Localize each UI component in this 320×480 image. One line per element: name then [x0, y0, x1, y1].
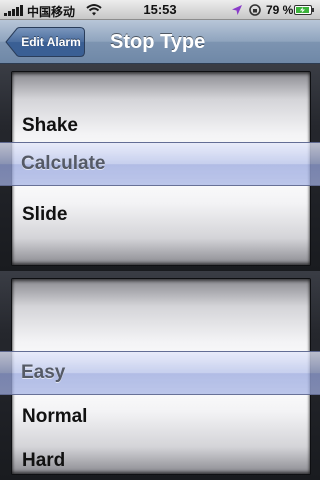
difficulty-picker[interactable]: Normal Hard Easy — [0, 271, 320, 480]
picker-selected-easy[interactable]: Easy — [21, 352, 65, 394]
navigation-bar: Edit Alarm Stop Type — [0, 20, 320, 64]
selection-indicator: Easy — [0, 351, 320, 395]
stop-type-picker[interactable]: Shake Slide Calculate — [0, 64, 320, 271]
battery-percent: 79 % — [266, 3, 294, 17]
location-icon — [232, 5, 242, 15]
page-title: Stop Type — [110, 31, 206, 53]
battery-icon — [294, 5, 314, 15]
picker-row-hard[interactable]: Hard — [22, 439, 300, 474]
picker-selected-calculate[interactable]: Calculate — [21, 143, 105, 185]
selection-indicator: Calculate — [0, 142, 320, 186]
picker-row-slide[interactable]: Slide — [22, 193, 300, 237]
rotation-lock-icon — [249, 4, 261, 16]
status-bar: 中国移动 15:53 79 % — [0, 0, 320, 20]
back-button-label: Edit Alarm — [21, 35, 81, 49]
back-button[interactable]: Edit Alarm — [5, 27, 85, 57]
picker-row-normal[interactable]: Normal — [22, 395, 300, 439]
